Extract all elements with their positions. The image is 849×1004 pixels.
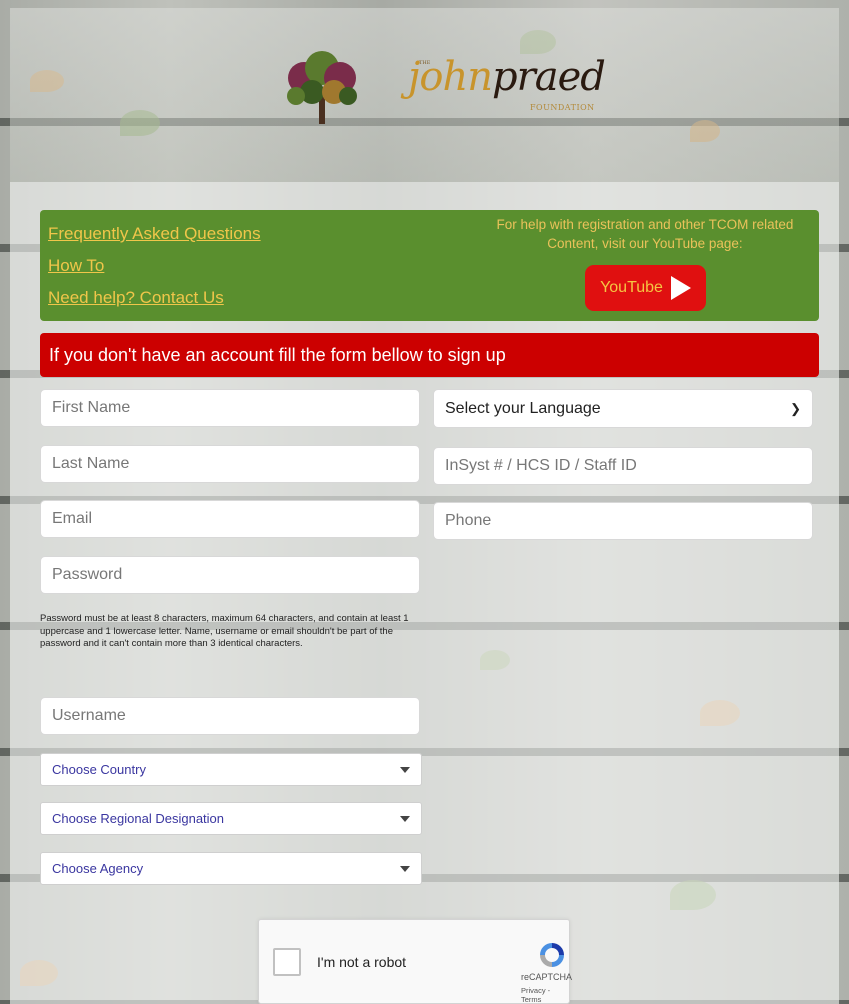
language-select[interactable]: Select your Language ❯ [433, 389, 813, 428]
recaptcha-checkbox[interactable] [273, 948, 301, 976]
recaptcha-label: I'm not a robot [317, 954, 407, 970]
phone-input[interactable] [433, 502, 813, 540]
youtube-help-text: For help with registration and other TCO… [496, 217, 794, 251]
recaptcha-terms-link[interactable]: Privacy - Terms [521, 986, 569, 1004]
country-select-value: Choose Country [52, 762, 146, 777]
email-input[interactable] [40, 500, 420, 538]
faq-link[interactable]: Frequently Asked Questions [48, 224, 261, 244]
recaptcha-widget: I'm not a robot reCAPTCHA Privacy - Term… [258, 919, 573, 1004]
help-box: Frequently Asked Questions How To Need h… [40, 210, 819, 321]
youtube-label: YouTube [600, 279, 663, 296]
caret-down-icon [400, 816, 410, 822]
staff-id-input[interactable] [433, 447, 813, 485]
how-to-link[interactable]: How To [48, 256, 104, 276]
agency-select-value: Choose Agency [52, 861, 144, 876]
password-requirements-note: Password must be at least 8 characters, … [40, 613, 409, 649]
youtube-button[interactable]: YouTube [585, 265, 706, 311]
language-select-value: Select your Language [445, 399, 601, 417]
caret-down-icon [400, 866, 410, 872]
contact-us-link[interactable]: Need help? Contact Us [48, 288, 224, 308]
logo-foundation-text: FOUNDATION [530, 103, 595, 112]
regional-designation-select[interactable]: Choose Regional Designation [40, 802, 422, 835]
recaptcha-icon [540, 943, 564, 967]
logo-name-part2: praed [492, 54, 606, 100]
signup-banner: If you don't have an account fill the fo… [40, 333, 819, 377]
caret-down-icon [400, 767, 410, 773]
youtube-play-icon [670, 276, 691, 300]
username-input[interactable] [40, 697, 420, 735]
first-name-input[interactable] [40, 389, 420, 427]
header-banner: THE johnpraed FOUNDATION [10, 8, 839, 182]
logo-name-part1: john [408, 54, 493, 100]
tree-logo-icon [287, 51, 357, 124]
recaptcha-brand: reCAPTCHA [521, 972, 573, 982]
last-name-input[interactable] [40, 445, 420, 483]
chevron-down-icon: ❯ [790, 401, 801, 416]
regional-designation-value: Choose Regional Designation [52, 811, 225, 826]
logo-name: johnpraed [408, 54, 606, 100]
agency-select[interactable]: Choose Agency [40, 852, 422, 885]
password-input[interactable] [40, 556, 420, 594]
country-select[interactable]: Choose Country [40, 753, 422, 786]
